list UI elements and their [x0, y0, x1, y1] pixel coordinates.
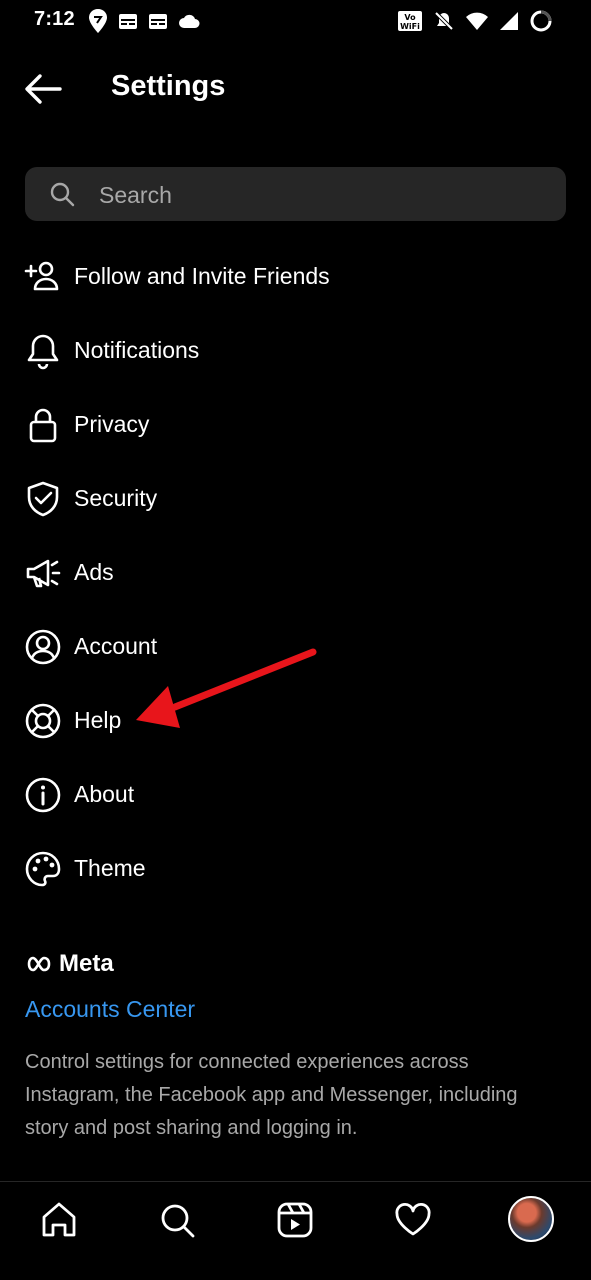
mute-icon — [434, 11, 454, 31]
swiggy-icon — [89, 9, 107, 33]
bottom-tab-bar — [0, 1182, 591, 1280]
bell-icon — [27, 334, 59, 370]
add-person-icon — [24, 261, 59, 291]
settings-menu: Follow and Invite Friends Notifications … — [0, 240, 591, 906]
menu-item-ads[interactable]: Ads — [0, 536, 591, 610]
reels-icon[interactable] — [275, 1200, 315, 1240]
menu-item-theme[interactable]: Theme — [0, 832, 591, 906]
cloud-icon — [179, 14, 200, 28]
signal-icon — [500, 12, 518, 30]
palette-icon — [25, 851, 61, 887]
status-time: 7:12 — [34, 8, 75, 30]
vowifi-icon: VoWiFi — [398, 11, 422, 31]
info-icon — [25, 777, 61, 813]
menu-item-label: Notifications — [74, 337, 200, 363]
menu-item-label: Follow and Invite Friends — [74, 263, 330, 289]
menu-item-notifications[interactable]: Notifications — [0, 314, 591, 388]
menu-item-label: Ads — [74, 559, 114, 585]
search-input[interactable] — [97, 167, 541, 223]
header: Settings — [0, 60, 591, 118]
account-circle-icon — [25, 629, 61, 665]
menu-item-follow-invite[interactable]: Follow and Invite Friends — [0, 240, 591, 314]
meta-infinity-icon — [27, 956, 51, 972]
menu-item-label: Help — [74, 707, 122, 733]
page-title: Settings — [111, 70, 226, 102]
search-icon[interactable] — [157, 1200, 197, 1240]
calendar-icon — [149, 14, 167, 29]
home-icon[interactable] — [39, 1200, 79, 1240]
menu-item-label: Theme — [74, 855, 146, 881]
meta-logo: Meta — [25, 950, 114, 978]
menu-item-security[interactable]: Security — [0, 462, 591, 536]
heart-icon[interactable] — [393, 1200, 433, 1240]
profile-avatar[interactable] — [508, 1196, 554, 1242]
back-arrow-icon[interactable] — [22, 70, 64, 108]
calendar-icon — [119, 14, 137, 29]
battery-icon — [530, 10, 552, 32]
menu-item-account[interactable]: Account — [0, 610, 591, 684]
accounts-center-description: Control settings for connected experienc… — [25, 1051, 518, 1139]
status-bar: 7:12 Vo WiFi — [0, 0, 591, 44]
menu-item-label: About — [74, 781, 135, 807]
meta-logo-text: Meta — [59, 950, 114, 977]
lock-icon — [29, 408, 57, 443]
lifebuoy-icon — [25, 703, 61, 739]
menu-item-help[interactable]: Help — [0, 684, 591, 758]
search-icon — [50, 182, 75, 207]
menu-item-privacy[interactable]: Privacy — [0, 388, 591, 462]
accounts-center-link[interactable]: Accounts Center — [25, 996, 195, 1023]
menu-item-label: Privacy — [74, 411, 150, 437]
svg-text:Vo: Vo — [404, 13, 416, 22]
wifi-icon — [466, 12, 488, 30]
menu-item-about[interactable]: About — [0, 758, 591, 832]
megaphone-icon — [26, 559, 61, 588]
menu-item-label: Security — [74, 485, 158, 511]
shield-check-icon — [27, 481, 59, 517]
svg-text:WiFi: WiFi — [400, 22, 420, 31]
menu-item-label: Account — [74, 633, 158, 659]
search-bar[interactable] — [25, 167, 566, 223]
